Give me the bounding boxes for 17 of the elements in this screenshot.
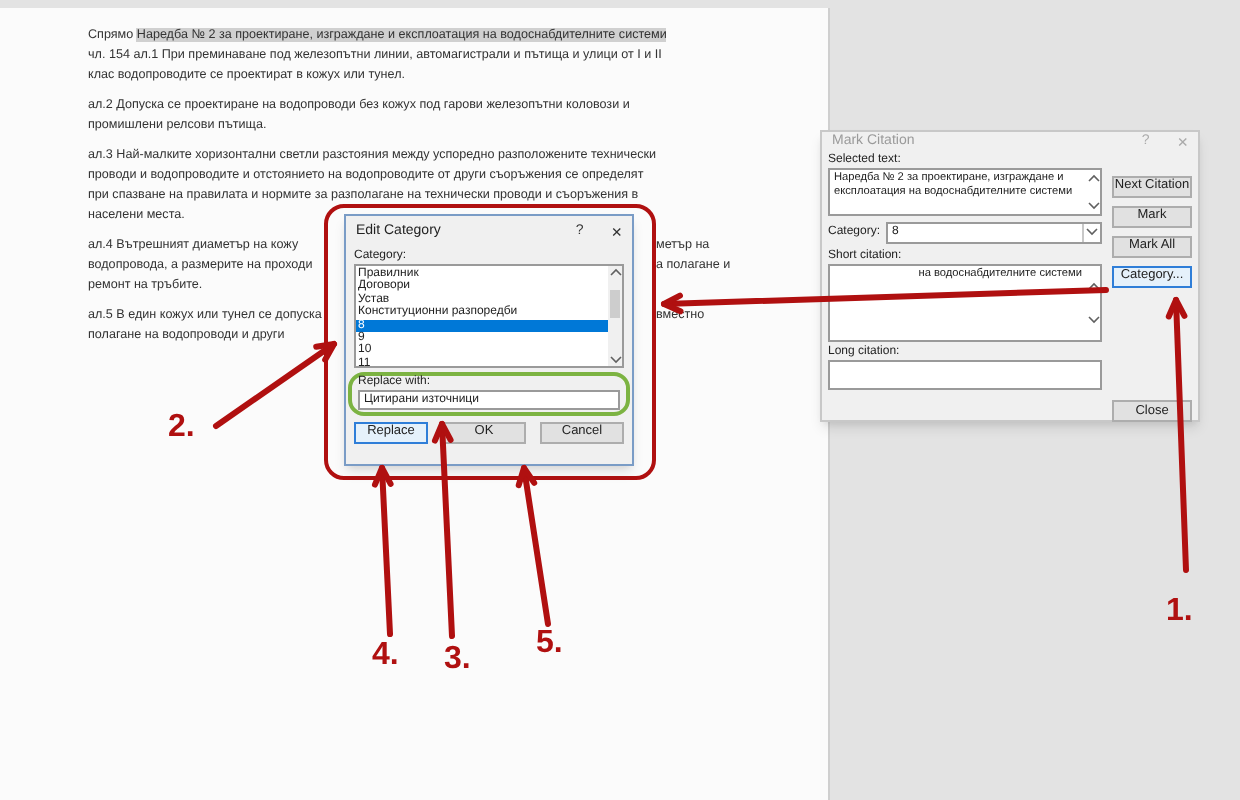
step-number: 4. [372, 640, 399, 672]
scroll-up-icon[interactable] [1087, 173, 1099, 181]
step-number: 3. [444, 644, 471, 676]
scroll-up-icon[interactable] [609, 268, 621, 276]
scroll-down-icon[interactable] [1086, 228, 1098, 236]
scroll-down-icon[interactable] [1087, 315, 1099, 323]
scroll-up-icon[interactable] [1087, 281, 1099, 289]
step-number: 2. [168, 412, 195, 444]
step-number: 5. [536, 628, 563, 660]
step-number: 1. [1166, 596, 1193, 628]
scroll-down-icon[interactable] [609, 356, 621, 364]
annotation-arrow [213, 341, 337, 429]
long-citation-field[interactable] [828, 359, 1102, 389]
scrollbar[interactable] [608, 266, 622, 366]
scroll-thumb[interactable] [610, 290, 620, 318]
close-button[interactable]: × [611, 223, 622, 241]
scroll-down-icon[interactable] [1087, 201, 1099, 209]
